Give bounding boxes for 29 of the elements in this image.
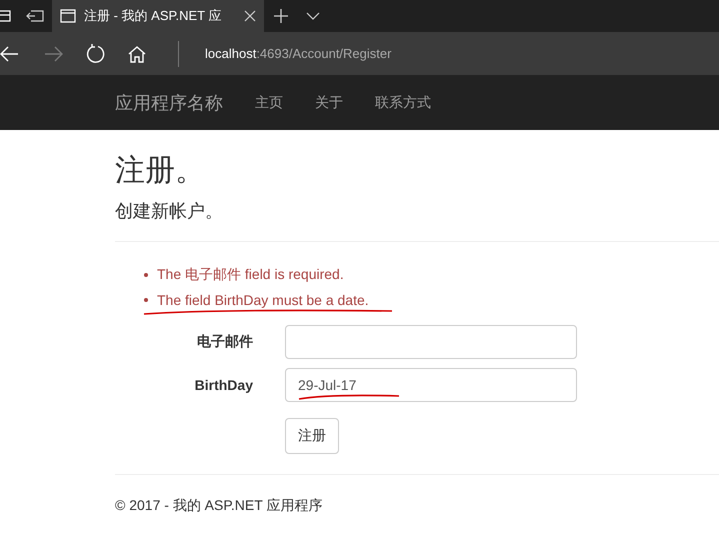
nav-link[interactable]: 主页 xyxy=(255,94,283,112)
page-icon xyxy=(60,9,76,23)
footer-text: © 2017 - 我的 ASP.NET 应用程序 xyxy=(115,496,324,515)
close-icon[interactable] xyxy=(244,10,256,22)
forward-icon[interactable] xyxy=(44,46,64,62)
input-field[interactable] xyxy=(285,325,577,359)
browser-tab[interactable]: 注册 - 我的 ASP.NET 应 xyxy=(52,0,264,32)
register-button[interactable]: 注册 xyxy=(285,418,339,454)
error-message: The 电子邮件 field is required. xyxy=(157,266,344,284)
field-label: BirthDay xyxy=(194,377,254,393)
back-icon[interactable] xyxy=(0,46,18,62)
brand-link[interactable]: 应用程序名称 xyxy=(115,90,223,114)
chevron-down-icon[interactable] xyxy=(306,12,320,20)
bullet-icon xyxy=(144,273,148,277)
address-field[interactable]: localhost:4693/Account/Register xyxy=(205,46,392,61)
input-field[interactable]: 29-Jul-17 xyxy=(285,368,577,402)
bullet-icon xyxy=(144,298,148,302)
page-title: 注册。 xyxy=(115,153,206,189)
page-subtitle: 创建新帐户。 xyxy=(115,200,224,223)
new-tab-icon[interactable] xyxy=(274,9,288,23)
nav-link[interactable]: 关于 xyxy=(315,94,343,112)
tab-aside-icon[interactable] xyxy=(26,9,44,23)
tab-title: 注册 - 我的 ASP.NET 应 xyxy=(84,7,222,25)
home-icon[interactable] xyxy=(128,44,146,62)
field-label: 电子邮件 xyxy=(196,333,254,351)
nav-link[interactable]: 联系方式 xyxy=(375,94,431,112)
tabs-icon[interactable] xyxy=(0,9,12,23)
refresh-icon[interactable] xyxy=(86,44,106,64)
error-message: The field BirthDay must be a date. xyxy=(157,292,369,308)
